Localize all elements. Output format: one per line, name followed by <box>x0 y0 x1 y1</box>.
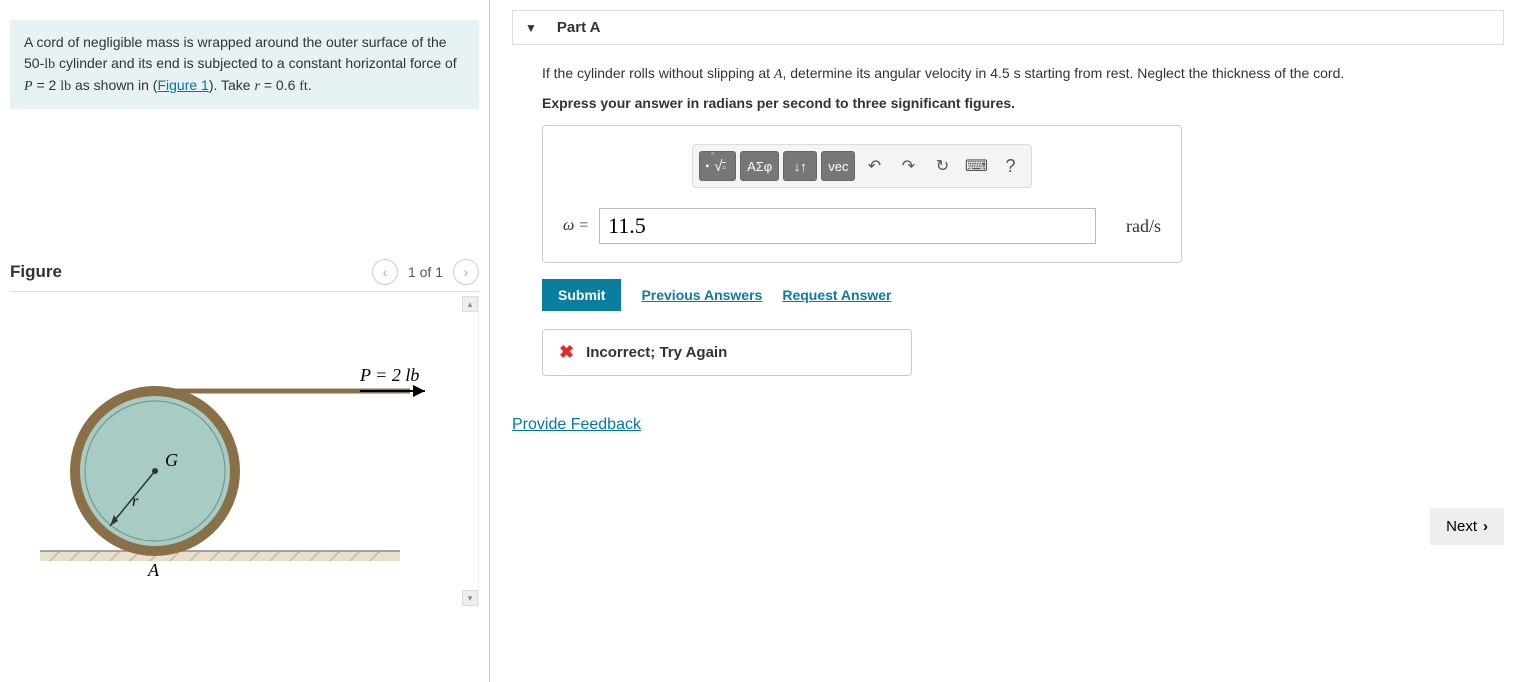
unit-lb: lb <box>44 57 55 72</box>
figure-body: ▴ <box>10 296 479 606</box>
greek-button[interactable]: ΑΣφ <box>740 151 779 181</box>
problem-statement: A cord of negligible mass is wrapped aro… <box>10 20 479 109</box>
text: as shown in ( <box>71 77 157 93</box>
text: . <box>308 77 312 93</box>
figure-next-button[interactable]: › <box>453 259 479 285</box>
text: = 2 <box>33 77 61 93</box>
figure-link[interactable]: Figure 1 <box>157 77 208 93</box>
scroll-up-button[interactable]: ▴ <box>462 296 478 312</box>
incorrect-icon: ✖ <box>559 342 574 363</box>
provide-feedback-link[interactable]: Provide Feedback <box>512 416 641 433</box>
next-label: Next <box>1446 518 1477 535</box>
var-P: P <box>24 79 33 94</box>
svg-text:r: r <box>132 493 139 510</box>
figure-counter: 1 of 1 <box>408 264 443 280</box>
answer-row: ω = rad/s <box>563 208 1161 244</box>
scroll-down-button[interactable]: ▾ <box>462 590 478 606</box>
text: cylinder and its end is subjected to a c… <box>55 55 457 71</box>
previous-answers-link[interactable]: Previous Answers <box>641 287 762 303</box>
answer-label: ω = <box>563 217 589 235</box>
next-button[interactable]: Next › <box>1430 508 1504 545</box>
equation-toolbar: ▪ ▫ √▫ ΑΣφ ↓↑ vec ↶ ↷ ↻ ⌨ ? <box>692 144 1033 188</box>
reset-button[interactable]: ↻ <box>927 151 957 181</box>
part-title: Part A <box>557 19 601 36</box>
left-panel: A cord of negligible mass is wrapped aro… <box>0 0 490 682</box>
figure-diagram: P = 2 lb G r A <box>10 326 440 586</box>
figure-prev-button[interactable]: ‹ <box>372 259 398 285</box>
subscript-button[interactable]: ↓↑ <box>783 151 817 181</box>
request-answer-link[interactable]: Request Answer <box>782 287 891 303</box>
text: ). Take <box>209 77 255 93</box>
feedback-text: Incorrect; Try Again <box>586 344 727 361</box>
figure-header: Figure ‹ 1 of 1 › <box>10 259 479 292</box>
svg-text:G: G <box>165 450 178 470</box>
unit-lb: lb <box>60 79 71 94</box>
feedback-box: ✖ Incorrect; Try Again <box>542 329 912 376</box>
figure-nav: ‹ 1 of 1 › <box>372 259 479 285</box>
figure-title: Figure <box>10 262 62 282</box>
vector-button[interactable]: vec <box>821 151 855 181</box>
unit-ft: ft <box>299 79 308 94</box>
redo-button[interactable]: ↷ <box>893 151 923 181</box>
answer-box: ▪ ▫ √▫ ΑΣφ ↓↑ vec ↶ ↷ ↻ ⌨ ? ω = rad/s <box>542 125 1182 263</box>
answer-unit: rad/s <box>1126 216 1161 237</box>
submit-button[interactable]: Submit <box>542 279 621 311</box>
question-instruction: Express your answer in radians per secon… <box>542 95 1474 111</box>
part-header[interactable]: ▼ Part A <box>512 10 1504 45</box>
question-text: If the cylinder rolls without slipping a… <box>542 63 1474 85</box>
answer-input[interactable] <box>599 208 1096 244</box>
help-button[interactable]: ? <box>995 151 1025 181</box>
templates-button[interactable]: ▪ ▫ √▫ <box>699 151 737 181</box>
text: = 0.6 <box>260 77 299 93</box>
chevron-right-icon: › <box>1483 518 1488 535</box>
svg-text:P = 2 lb: P = 2 lb <box>359 365 419 385</box>
undo-button[interactable]: ↶ <box>859 151 889 181</box>
question-area: If the cylinder rolls without slipping a… <box>512 63 1504 376</box>
submit-row: Submit Previous Answers Request Answer <box>542 279 1474 311</box>
svg-text:A: A <box>147 560 160 580</box>
collapse-icon[interactable]: ▼ <box>525 21 537 35</box>
right-panel: ▼ Part A If the cylinder rolls without s… <box>490 0 1522 682</box>
keyboard-button[interactable]: ⌨ <box>961 151 991 181</box>
